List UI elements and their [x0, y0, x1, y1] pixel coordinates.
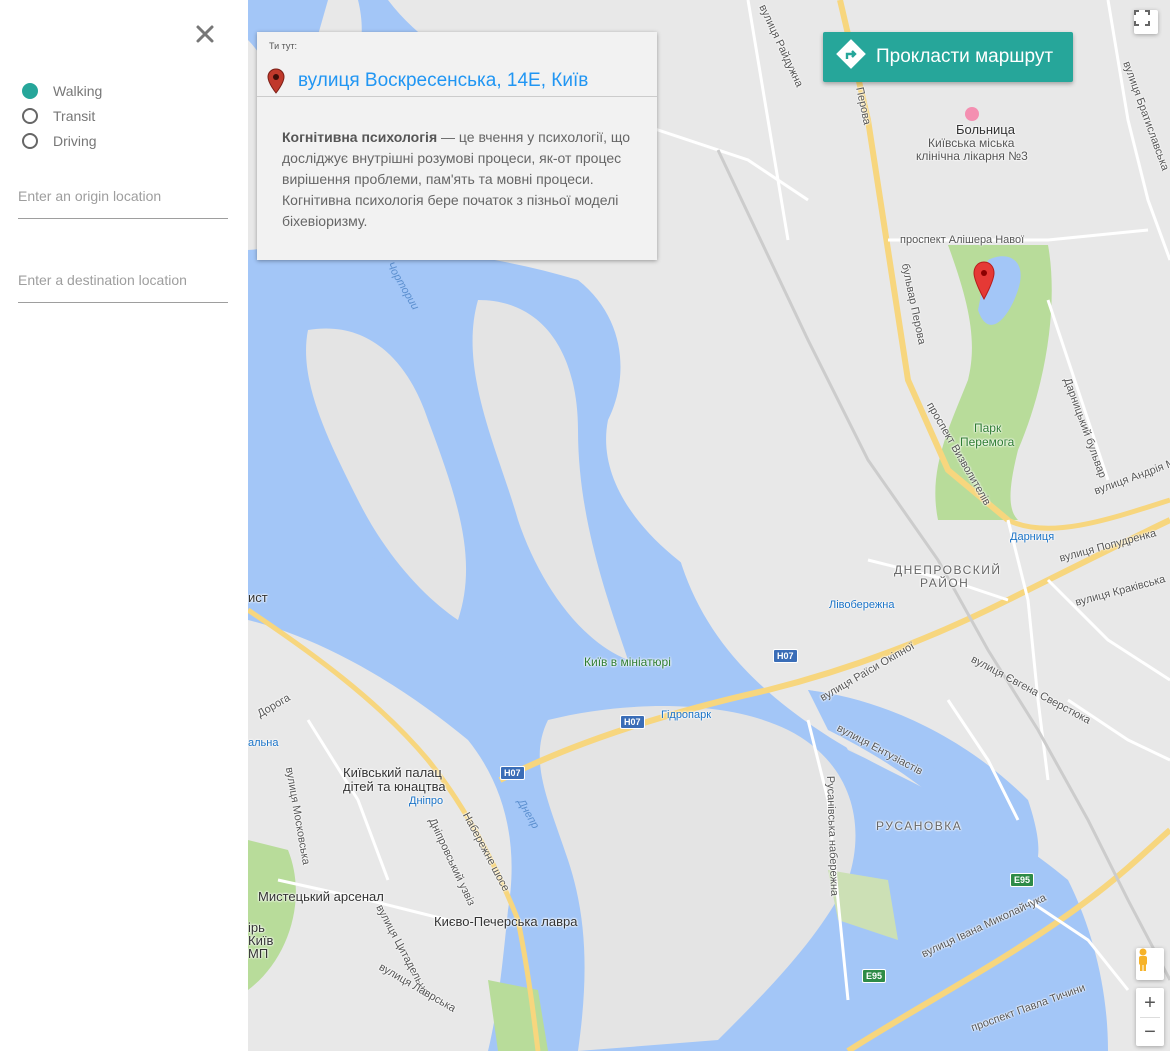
- road-shield: E95: [1010, 873, 1035, 887]
- poi-label: Мистецький арсенал: [258, 889, 384, 904]
- mode-driving-radio[interactable]: Driving: [22, 133, 97, 149]
- zoom-out-button[interactable]: −: [1144, 1018, 1156, 1046]
- fullscreen-icon[interactable]: [1134, 10, 1158, 34]
- origin-input[interactable]: [18, 188, 228, 219]
- zoom-in-button[interactable]: +: [1144, 989, 1156, 1017]
- info-window: Ти тут: вулиця Воскресенська, 14Е, Київ …: [257, 32, 657, 260]
- poi-label: дітей та юнацтва: [343, 779, 446, 794]
- location-pin-icon: [267, 68, 285, 99]
- pegman-icon[interactable]: [1136, 948, 1164, 980]
- info-description: Когнітивна психологія — це вчення у псих…: [282, 127, 632, 232]
- hospital-label: Больница: [956, 122, 1015, 137]
- street-label: проспект Алішера Навої: [900, 234, 1025, 246]
- address-link[interactable]: вулиця Воскресенська, 14Е, Київ: [298, 70, 588, 92]
- directions-sidebar: Walking Transit Driving: [0, 0, 248, 1051]
- park-label: Парк: [974, 421, 1002, 435]
- metro-label: Дніпро: [409, 795, 444, 807]
- hospital-icon: [965, 107, 979, 121]
- road-shield: H07: [620, 715, 645, 729]
- metro-label: Дарниця: [1010, 531, 1055, 543]
- poi-label: МП: [248, 946, 269, 961]
- metro-label: Гідропарк: [661, 709, 712, 721]
- radio-icon[interactable]: [22, 108, 38, 124]
- district-label: РАЙОН: [920, 576, 970, 590]
- mode-transit-radio[interactable]: Transit: [22, 108, 95, 124]
- mode-walking-radio[interactable]: Walking: [22, 83, 102, 99]
- road-shield: H07: [773, 649, 798, 663]
- route-button-label: Прокласти маршрут: [876, 46, 1054, 67]
- road-shield: H07: [500, 766, 525, 780]
- poi-label: Києво-Печерська лавра: [434, 914, 578, 929]
- mode-transit-label: Transit: [53, 108, 96, 124]
- route-button[interactable]: Прокласти маршрут: [823, 32, 1073, 82]
- info-divider: [257, 96, 657, 97]
- description-bold: Когнітивна психологія: [282, 129, 438, 145]
- poi-label: ист: [248, 590, 268, 605]
- directions-icon: [836, 39, 866, 75]
- metro-label: альна: [248, 737, 279, 749]
- district-label: ДНЕПРОВСКИЙ: [894, 563, 1002, 577]
- poi-label: Київ в мініатюрі: [584, 655, 671, 669]
- zoom-controls: + −: [1136, 988, 1164, 1046]
- hospital-label: клінічна лікарня №3: [916, 149, 1028, 163]
- mode-walking-label: Walking: [53, 83, 103, 99]
- road-shield: E95: [862, 969, 887, 983]
- hospital-label: Київська міська: [928, 136, 1015, 150]
- destination-input[interactable]: [18, 272, 228, 303]
- park-label: Перемога: [960, 435, 1015, 449]
- radio-icon[interactable]: [22, 83, 38, 99]
- district-label: РУСАНОВКА: [876, 819, 963, 833]
- metro-label: Лівобережна: [829, 599, 895, 611]
- close-icon[interactable]: [193, 22, 217, 46]
- info-hint: Ти тут:: [269, 41, 297, 51]
- mode-driving-label: Driving: [53, 133, 97, 149]
- radio-icon[interactable]: [22, 133, 38, 149]
- poi-label: Київський палац: [343, 765, 442, 780]
